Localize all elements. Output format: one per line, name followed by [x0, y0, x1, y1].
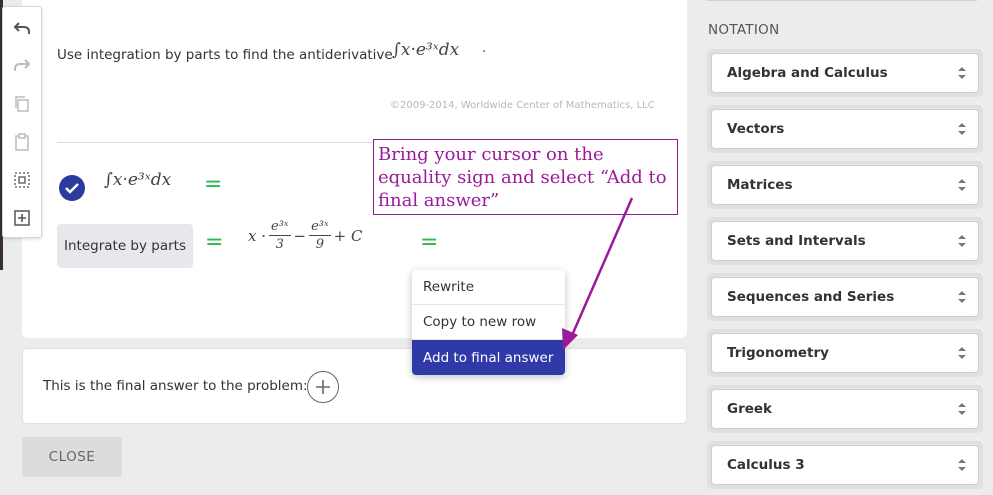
notation-select-calculus-3[interactable]: Calculus 3	[707, 441, 983, 489]
select-caret-icon	[958, 291, 966, 303]
notation-select-matrices[interactable]: Matrices	[707, 161, 983, 209]
select-label: Sequences and Series	[727, 289, 895, 305]
fraction-1-denominator: 3	[275, 237, 284, 252]
select-caret-icon	[958, 459, 966, 471]
add-final-answer-button[interactable]	[307, 371, 339, 403]
notation-title: NOTATION	[708, 22, 780, 38]
select-caret-icon	[958, 67, 966, 79]
close-button[interactable]: CLOSE	[22, 437, 122, 477]
sidebar-divider	[707, 0, 977, 1]
select-label: Trigonometry	[727, 345, 829, 361]
problem-period: .	[482, 40, 487, 56]
notation-select-sequences-series[interactable]: Sequences and Series	[707, 273, 983, 321]
notation-select-sets-intervals[interactable]: Sets and Intervals	[707, 217, 983, 265]
notation-sidebar: NOTATION Algebra and Calculus Vectors Ma…	[697, 0, 993, 495]
x-term: x ·	[248, 226, 266, 245]
copy-icon[interactable]	[11, 93, 33, 115]
undo-icon[interactable]	[11, 17, 33, 39]
notation-select-trigonometry[interactable]: Trigonometry	[707, 329, 983, 377]
insert-row-icon[interactable]	[11, 207, 33, 229]
select-caret-icon	[958, 179, 966, 191]
step-1-equals-sign[interactable]: =	[204, 172, 222, 197]
step-1-expression: ∫x·e³ˣdx	[104, 170, 172, 190]
step-2-result: x · e³ˣ 3 − e³ˣ 9 + C	[248, 219, 362, 252]
minus-sign: −	[293, 226, 307, 245]
notation-select-greek[interactable]: Greek	[707, 385, 983, 433]
context-menu: Rewrite Copy to new row Add to final ans…	[412, 270, 565, 375]
step-2-right-equals-sign[interactable]: =	[420, 230, 438, 255]
select-label: Calculus 3	[727, 457, 805, 473]
check-icon	[59, 175, 85, 201]
menu-item-copy-to-new-row[interactable]: Copy to new row	[412, 305, 565, 340]
select-caret-icon	[958, 235, 966, 247]
select-label: Vectors	[727, 121, 785, 137]
select-caret-icon	[958, 403, 966, 415]
final-answer-card: This is the final answer to the problem:	[22, 348, 687, 424]
select-label: Greek	[727, 401, 773, 417]
notation-select-algebra-calculus[interactable]: Algebra and Calculus	[707, 49, 983, 97]
select-all-icon[interactable]	[11, 169, 33, 191]
menu-item-add-to-final-answer[interactable]: Add to final answer	[412, 340, 565, 375]
menu-item-rewrite[interactable]: Rewrite	[412, 270, 565, 305]
step-2-label[interactable]: Integrate by parts	[57, 224, 193, 268]
redo-icon[interactable]	[11, 54, 33, 76]
problem-expression: ∫x·e³ˣdx	[392, 40, 460, 60]
fraction-2: e³ˣ 9	[309, 219, 331, 252]
fraction-2-numerator: e³ˣ	[309, 219, 331, 236]
edit-toolbar	[2, 6, 42, 238]
select-caret-icon	[958, 123, 966, 135]
fraction-1-numerator: e³ˣ	[269, 219, 291, 236]
final-answer-prompt: This is the final answer to the problem:	[43, 378, 308, 394]
select-caret-icon	[958, 347, 966, 359]
copyright-notice: ©2009-2014, Worldwide Center of Mathemat…	[390, 100, 655, 111]
plus-icon	[316, 380, 330, 394]
notation-select-vectors[interactable]: Vectors	[707, 105, 983, 153]
paste-icon[interactable]	[11, 131, 33, 153]
select-label: Sets and Intervals	[727, 233, 866, 249]
instruction-annotation: Bring your cursor on the equality sign a…	[373, 139, 678, 215]
step-2-left-equals-sign[interactable]: =	[205, 230, 223, 255]
fraction-2-denominator: 9	[315, 237, 325, 252]
constant-term: + C	[333, 226, 363, 245]
problem-instruction: Use integration by parts to find the ant…	[57, 47, 393, 63]
fraction-1: e³ˣ 3	[269, 219, 291, 252]
select-label: Algebra and Calculus	[727, 65, 888, 81]
select-label: Matrices	[727, 177, 793, 193]
